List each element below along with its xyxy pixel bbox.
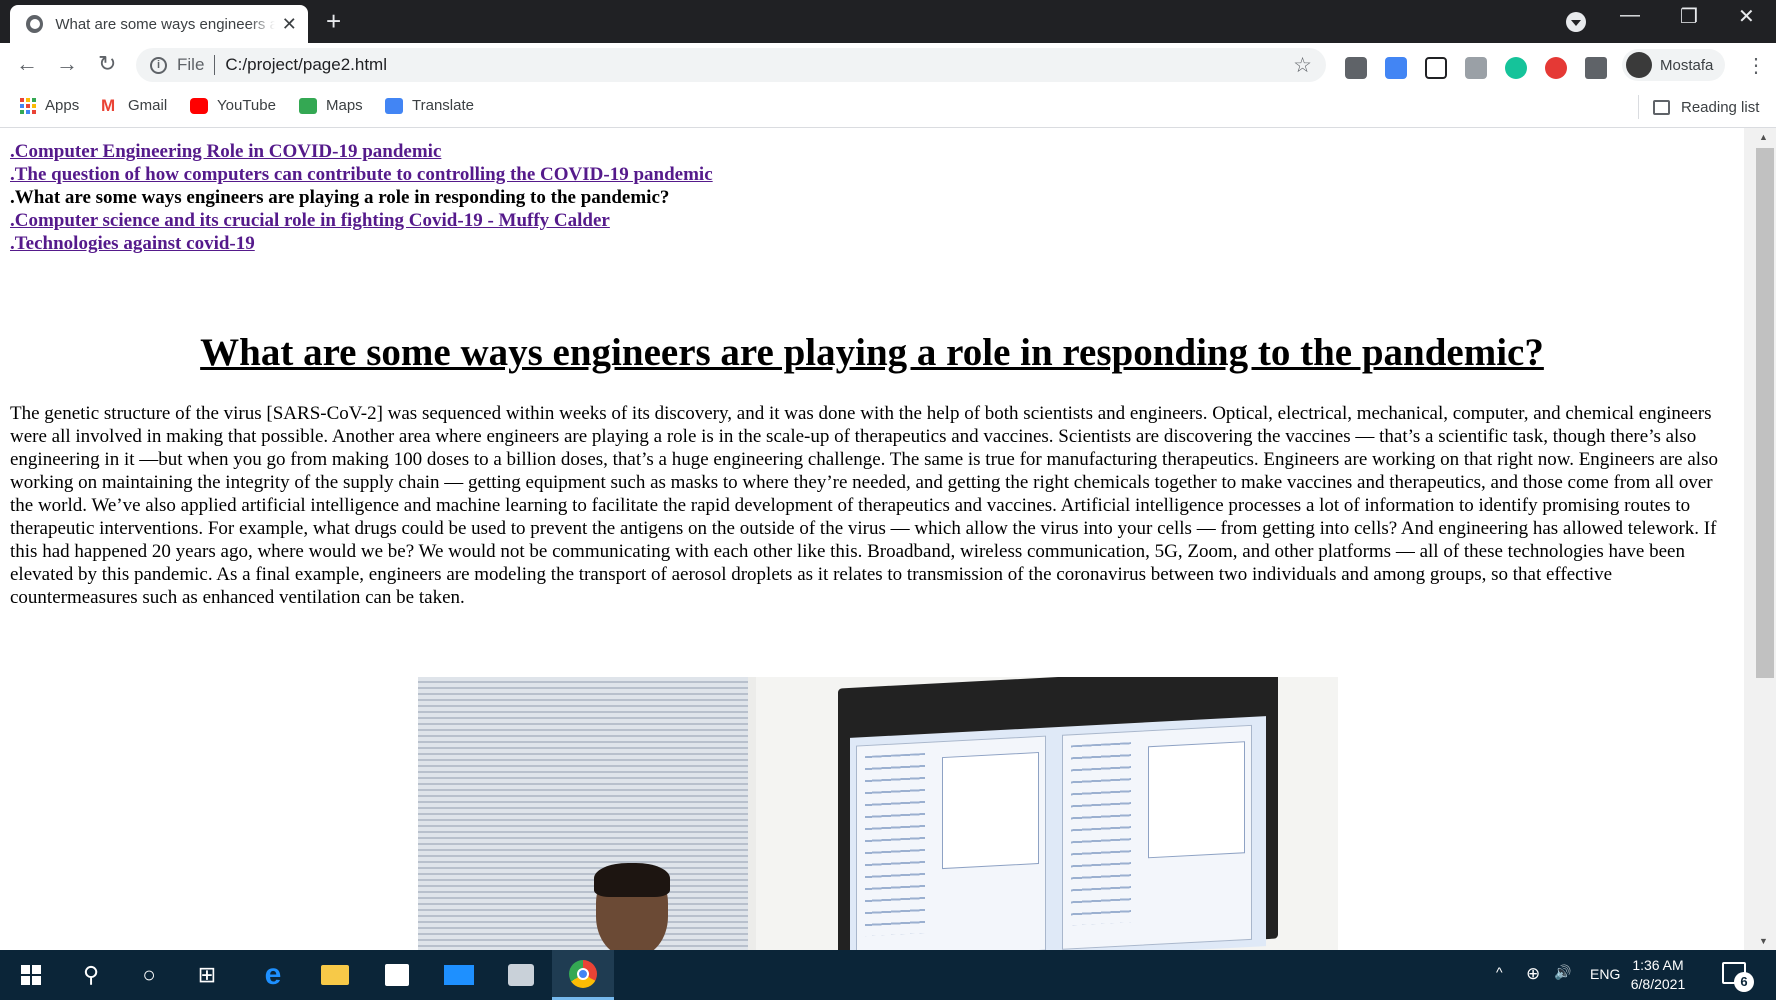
window-blinds bbox=[418, 677, 748, 950]
nav-link[interactable]: .Computer Engineering Role in COVID-19 p… bbox=[10, 140, 713, 163]
bookmark-apps[interactable]: Apps bbox=[20, 97, 79, 114]
reading-list-icon bbox=[1653, 99, 1670, 115]
search-icon[interactable]: ⚲ bbox=[60, 950, 122, 1000]
profile-button[interactable]: Mostafa bbox=[1622, 49, 1726, 81]
language-indicator[interactable]: ENG bbox=[1590, 966, 1620, 982]
file-explorer-icon[interactable] bbox=[304, 950, 366, 1000]
bookmark-translate[interactable]: Translate bbox=[385, 97, 474, 114]
window-frame bbox=[748, 677, 756, 950]
translate-icon[interactable] bbox=[1385, 57, 1407, 79]
tab-title: What are some ways engineers are playing… bbox=[55, 15, 275, 33]
scroll-down-icon[interactable]: ▼ bbox=[1759, 936, 1768, 946]
page-nav: .Computer Engineering Role in COVID-19 p… bbox=[10, 140, 713, 255]
tab-search-icon[interactable] bbox=[1566, 12, 1586, 32]
bookmark-star-icon[interactable]: ☆ bbox=[1293, 53, 1312, 78]
bookmark-maps[interactable]: Maps bbox=[299, 97, 363, 114]
menu-kebab-icon[interactable]: ⋮ bbox=[1746, 53, 1766, 78]
adblock-icon[interactable] bbox=[1545, 57, 1567, 79]
nav-link[interactable]: .Computer science and its crucial role i… bbox=[10, 209, 713, 232]
windows-logo-icon bbox=[21, 965, 41, 985]
edge-icon[interactable]: e bbox=[242, 950, 304, 1000]
cortana-icon[interactable]: ○ bbox=[118, 950, 180, 1000]
person-hair bbox=[594, 863, 670, 897]
bookmark-youtube[interactable]: YouTube bbox=[190, 97, 276, 114]
ext-icon[interactable] bbox=[1345, 57, 1367, 79]
bookmark-label: YouTube bbox=[217, 97, 276, 114]
app-icon[interactable] bbox=[490, 950, 552, 1000]
forward-arrow-icon[interactable]: → bbox=[56, 51, 78, 77]
puzzle-icon[interactable] bbox=[1585, 57, 1607, 79]
network-globe-icon[interactable]: ⊕ bbox=[1526, 964, 1540, 984]
monitor bbox=[838, 677, 1278, 950]
bookmark-label: Translate bbox=[412, 97, 474, 114]
monitor-screen bbox=[850, 716, 1266, 950]
nav-current: .What are some ways engineers are playin… bbox=[10, 187, 670, 208]
grammarly-icon[interactable] bbox=[1505, 57, 1527, 79]
tab-close-button[interactable]: ✕ bbox=[281, 14, 298, 35]
browser-toolbar: ← → ↻ i File C:/project/page2.html ☆ Mos… bbox=[0, 43, 1776, 87]
page-content: .Computer Engineering Role in COVID-19 p… bbox=[0, 128, 1744, 950]
translate-icon bbox=[385, 97, 403, 114]
minimize-button[interactable]: — bbox=[1620, 4, 1640, 27]
back-arrow-icon[interactable]: ← bbox=[16, 51, 38, 77]
apps-grid-icon bbox=[20, 97, 36, 114]
new-tab-button[interactable]: + bbox=[326, 6, 341, 37]
chart-pane bbox=[1062, 724, 1252, 950]
volume-icon[interactable]: 🔊 bbox=[1554, 964, 1571, 981]
url-scheme: File bbox=[177, 55, 205, 74]
scrollbar-thumb[interactable] bbox=[1756, 148, 1774, 678]
bookmark-label: Maps bbox=[326, 97, 363, 114]
restore-button[interactable]: ❐ bbox=[1680, 4, 1698, 29]
bookmark-label: Gmail bbox=[128, 97, 168, 114]
bookmark-label: Apps bbox=[45, 97, 80, 114]
divider bbox=[214, 55, 216, 75]
gmail-icon: M bbox=[101, 95, 116, 115]
youtube-icon bbox=[190, 97, 208, 114]
article-photo bbox=[418, 677, 1338, 950]
bookmark-gmail[interactable]: M Gmail bbox=[101, 95, 168, 115]
bookmarks-bar: Apps M Gmail YouTube Maps Translate Read… bbox=[0, 87, 1776, 128]
close-window-button[interactable]: ✕ bbox=[1738, 4, 1755, 29]
clock-time: 1:36 AM bbox=[1632, 957, 1684, 973]
cast-icon[interactable] bbox=[1465, 57, 1487, 79]
address-bar[interactable]: i File C:/project/page2.html ☆ bbox=[136, 48, 1326, 82]
chrome-taskbar-icon[interactable] bbox=[552, 950, 614, 1000]
clock[interactable]: 1:36 AM 6/8/2021 bbox=[1620, 956, 1696, 994]
page-heading: What are some ways engineers are playing… bbox=[200, 331, 1544, 374]
notification-badge: 6 bbox=[1734, 972, 1754, 992]
task-view-icon[interactable]: ⊞ bbox=[176, 950, 238, 1000]
mail-icon[interactable] bbox=[428, 950, 490, 1000]
browser-tab[interactable]: What are some ways engineers are playing… bbox=[10, 5, 308, 43]
tray-chevron-icon[interactable]: ^ bbox=[1496, 964, 1503, 980]
profile-name: Mostafa bbox=[1660, 56, 1714, 74]
avatar bbox=[1626, 52, 1652, 78]
store-icon[interactable] bbox=[366, 950, 428, 1000]
reading-list-label: Reading list bbox=[1681, 98, 1760, 116]
nav-link[interactable]: .The question of how computers can contr… bbox=[10, 163, 713, 186]
chart-pane bbox=[856, 735, 1046, 950]
notion-icon[interactable] bbox=[1425, 57, 1447, 79]
reload-icon[interactable]: ↻ bbox=[98, 51, 116, 77]
url-text[interactable]: C:/project/page2.html bbox=[225, 55, 387, 75]
info-icon[interactable]: i bbox=[150, 56, 167, 74]
maps-icon bbox=[299, 97, 317, 114]
page-scrollbar[interactable]: ▲ ▼ bbox=[1744, 128, 1776, 950]
title-bar: What are some ways engineers are playing… bbox=[0, 0, 1776, 43]
clock-date: 6/8/2021 bbox=[1630, 976, 1686, 992]
taskbar: ⚲ ○ ⊞ e ^ ⊕ 🔊 ENG 1:36 AM 6/8/2021 6 bbox=[0, 950, 1776, 1000]
nav-link[interactable]: .Technologies against covid-19 bbox=[10, 232, 713, 255]
scroll-up-icon[interactable]: ▲ bbox=[1759, 132, 1768, 142]
reading-list-button[interactable]: Reading list bbox=[1638, 95, 1759, 119]
article-paragraph: The genetic structure of the virus [SARS… bbox=[10, 403, 1718, 608]
globe-icon bbox=[26, 15, 44, 33]
start-button[interactable] bbox=[0, 950, 62, 1000]
